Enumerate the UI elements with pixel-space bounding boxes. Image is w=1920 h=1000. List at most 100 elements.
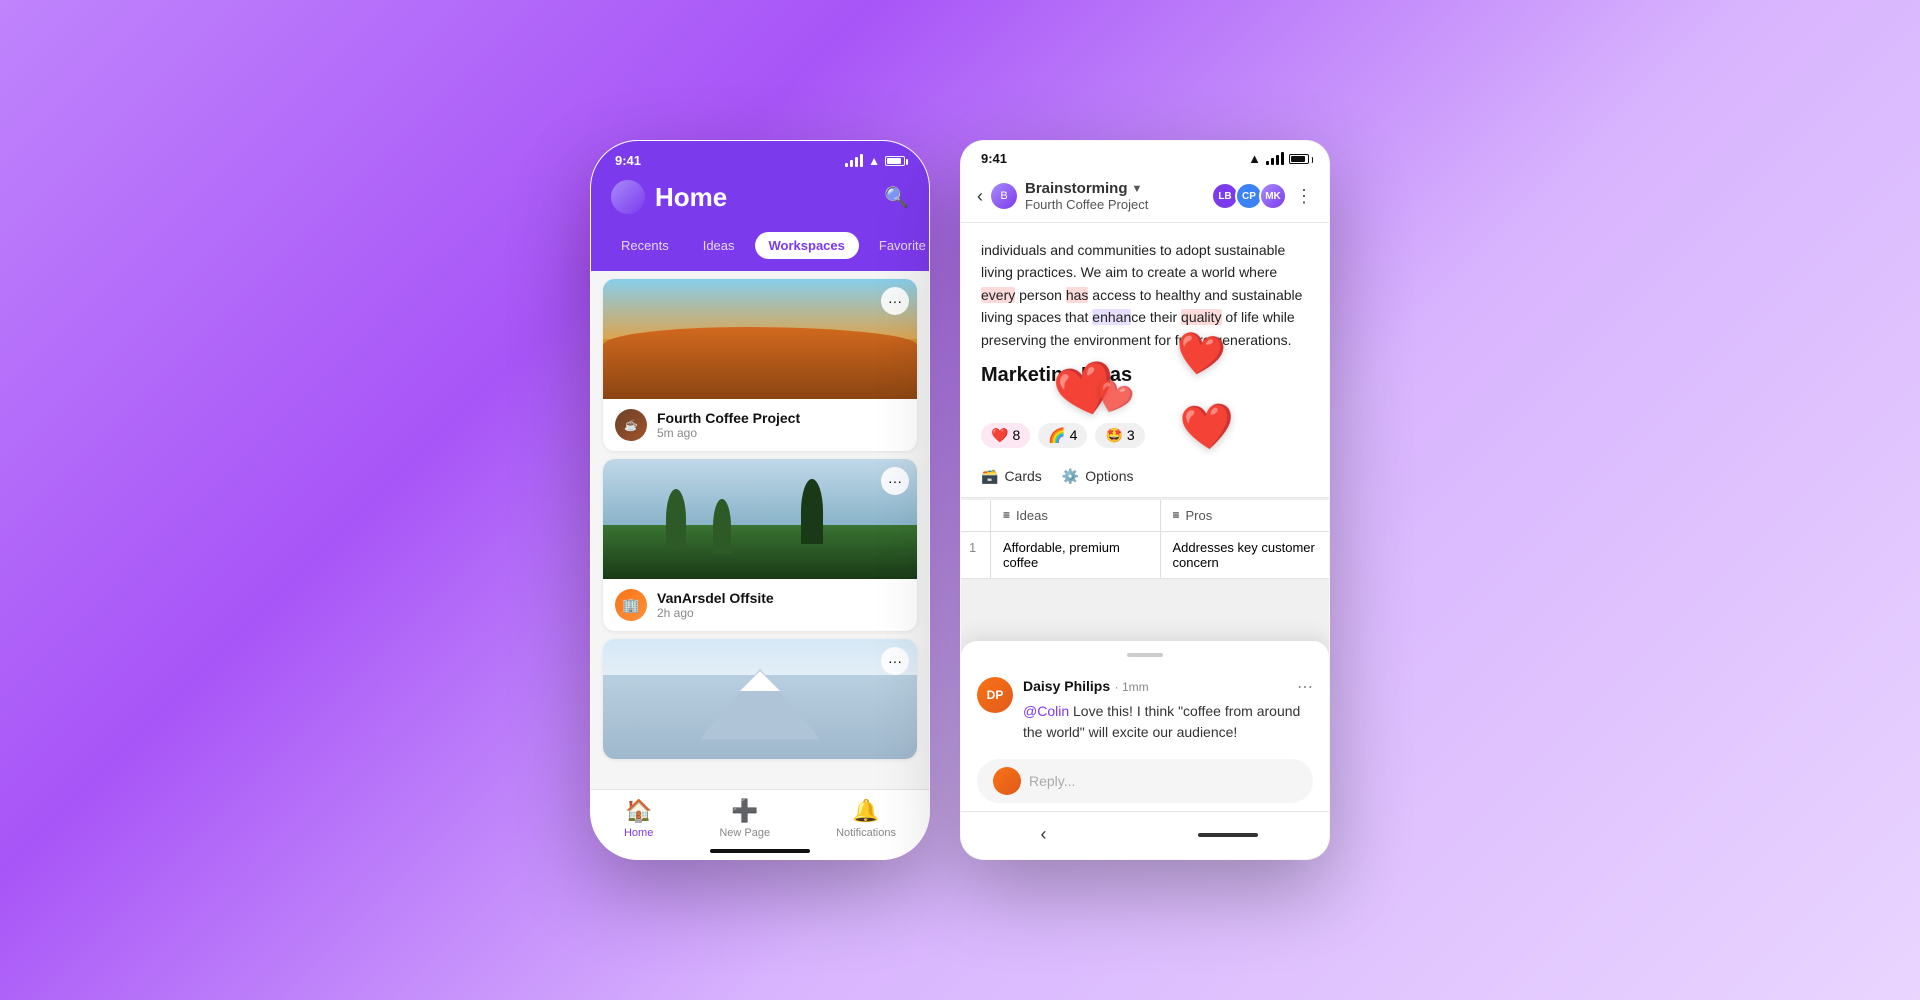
action-bar: 🗃️ Cards ⚙️ Options	[961, 460, 1329, 498]
signal-icon-right	[1266, 152, 1284, 165]
vanarsdel-more-button[interactable]: ···	[881, 467, 909, 495]
right-status-bar: 9:41 ▲	[961, 141, 1329, 172]
user-avatar[interactable]	[611, 180, 645, 214]
rainbow-emoji: 🌈	[1048, 427, 1065, 444]
mountain-more-button[interactable]: ···	[881, 647, 909, 675]
reaction-rainbow[interactable]: 🌈 4	[1038, 423, 1087, 448]
highlight-every: every	[981, 287, 1015, 303]
nav-new-page[interactable]: ➕ New Page	[719, 798, 770, 839]
mountain-landscape	[603, 639, 917, 759]
vanarsdel-time: 2h ago	[657, 606, 774, 620]
table-section: ≡ Ideas ≡ Pros 1 Affordable, premium cof…	[961, 500, 1329, 579]
cards-icon: 🗃️	[981, 468, 998, 485]
back-arrow[interactable]: ‹	[1033, 820, 1055, 849]
header-right: LB CP MK ⋮	[1211, 182, 1313, 210]
member-avatars: LB CP MK	[1211, 182, 1287, 210]
table-row: 1 Affordable, premium coffee Addresses k…	[961, 532, 1329, 579]
table-row-num: 1	[961, 532, 991, 578]
card-info-coffee: ☕ Fourth Coffee Project 5m ago	[603, 399, 917, 451]
vanarsdel-avatar: 🏢	[615, 589, 647, 621]
table-num-header	[961, 500, 991, 531]
back-button[interactable]: ‹	[977, 186, 983, 207]
signal-icon	[845, 154, 863, 167]
home-title: Home	[655, 182, 727, 213]
starstruck-count: 3	[1127, 427, 1135, 443]
left-status-bar: 9:41 ▲	[591, 141, 929, 174]
feed-card-mountain[interactable]: ···	[603, 639, 917, 759]
options-icon: ⚙️	[1062, 468, 1079, 485]
battery-icon	[885, 156, 905, 166]
card-image-forest: ···	[603, 459, 917, 579]
doc-paragraph: individuals and communities to adopt sus…	[981, 239, 1309, 351]
comment-author-time: Daisy Philips · 1mm	[1023, 678, 1149, 696]
tab-recents[interactable]: Recents	[607, 232, 683, 259]
forest-landscape	[603, 459, 917, 579]
cards-label: Cards	[1004, 468, 1041, 484]
nav-home-label: Home	[624, 827, 653, 839]
coffee-project-title: Fourth Coffee Project	[657, 410, 800, 426]
battery-icon-right	[1289, 154, 1309, 164]
tab-favorite[interactable]: Favorite	[865, 232, 930, 259]
nav-notifications-label: Notifications	[836, 827, 896, 839]
table-pros-header: ≡ Pros	[1161, 500, 1330, 531]
rainbow-count: 4	[1070, 427, 1078, 443]
notifications-icon: 🔔	[852, 798, 879, 824]
pros-col-icon: ≡	[1173, 508, 1180, 522]
reply-input[interactable]: Reply...	[1029, 773, 1297, 789]
search-button[interactable]: 🔍	[884, 185, 909, 210]
cards-button[interactable]: 🗃️ Cards	[981, 468, 1042, 485]
table-header: ≡ Ideas ≡ Pros	[961, 500, 1329, 532]
options-label: Options	[1085, 468, 1133, 484]
reaction-heart[interactable]: ❤️ 8	[981, 423, 1030, 448]
reply-box[interactable]: Reply...	[977, 759, 1313, 803]
feed: ··· ☕ Fourth Coffee Project 5m ago	[591, 271, 929, 789]
desert-landscape	[603, 279, 917, 399]
ideas-col-label: Ideas	[1016, 508, 1048, 523]
workspace-subtitle: Fourth Coffee Project	[1025, 197, 1148, 212]
highlight-enhance: enhan	[1092, 309, 1131, 325]
nav-tabs: Recents Ideas Workspaces Favorite	[591, 228, 929, 271]
nav-notifications[interactable]: 🔔 Notifications	[836, 798, 896, 839]
coffee-project-avatar: ☕	[615, 409, 647, 441]
left-status-icons: ▲	[845, 154, 905, 168]
pro-value: Addresses key customer concern	[1173, 540, 1318, 570]
left-header: Home 🔍	[591, 174, 929, 228]
doc-body: individuals and communities to adopt sus…	[961, 223, 1329, 419]
left-phone: 9:41 ▲ Home 🔍 Recents	[590, 140, 930, 860]
options-button[interactable]: ⚙️ Options	[1062, 468, 1134, 485]
feed-card-coffee[interactable]: ··· ☕ Fourth Coffee Project 5m ago	[603, 279, 917, 451]
comment-mention: @Colin	[1023, 703, 1069, 719]
highlight-has: has	[1066, 287, 1089, 303]
table-ideas-header: ≡ Ideas	[991, 500, 1161, 531]
coffee-project-time: 5m ago	[657, 426, 800, 440]
starstruck-emoji: 🤩	[1105, 427, 1122, 444]
phones-container: 9:41 ▲ Home 🔍 Recents	[590, 140, 1330, 860]
nav-new-page-label: New Page	[719, 827, 770, 839]
tab-ideas[interactable]: Ideas	[689, 232, 749, 259]
comment-sheet: DP Daisy Philips · 1mm ⋯ @Colin Love thi…	[961, 641, 1329, 859]
sheet-handle	[1127, 653, 1163, 657]
right-header: ‹ B Brainstorming ▼ Fourth Coffee Projec…	[961, 172, 1329, 223]
reactions-row: ❤️ 8 🌈 4 🤩 3	[961, 419, 1329, 460]
reply-avatar	[993, 767, 1021, 795]
right-phone: 9:41 ▲ ‹ B	[960, 140, 1330, 860]
card-more-button[interactable]: ···	[881, 287, 909, 315]
card-image-mountain: ···	[603, 639, 917, 759]
home-indicator	[710, 849, 810, 853]
highlight-quality: quality	[1181, 309, 1221, 325]
member-avatar-3: MK	[1259, 182, 1287, 210]
new-page-icon: ➕	[731, 798, 758, 824]
ideas-col-icon: ≡	[1003, 508, 1010, 522]
home-icon: 🏠	[625, 798, 652, 824]
comment-author: Daisy Philips	[1023, 678, 1110, 694]
nav-home[interactable]: 🏠 Home	[624, 798, 653, 839]
heart-emoji: ❤️	[991, 427, 1008, 444]
wifi-icon-right: ▲	[1248, 151, 1261, 166]
left-time: 9:41	[615, 153, 641, 168]
workspace-icon: B	[991, 183, 1017, 209]
reaction-starstruck[interactable]: 🤩 3	[1095, 423, 1144, 448]
comment-more-button[interactable]: ⋯	[1297, 677, 1313, 697]
more-options-button[interactable]: ⋮	[1295, 186, 1313, 207]
tab-workspaces[interactable]: Workspaces	[755, 232, 859, 259]
feed-card-vanarsdel[interactable]: ··· 🏢 VanArsdel Offsite 2h ago	[603, 459, 917, 631]
